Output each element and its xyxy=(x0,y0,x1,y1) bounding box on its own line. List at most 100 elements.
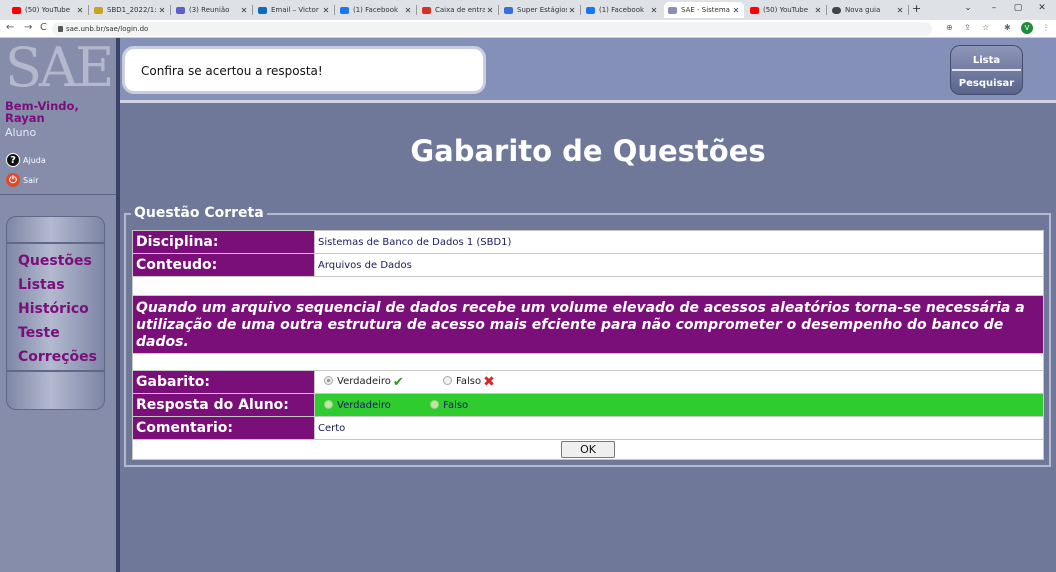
browser-tab[interactable]: (3) Reunião ✕ xyxy=(172,2,252,18)
forward-icon[interactable]: → xyxy=(24,22,32,33)
top-menu-divider xyxy=(952,69,1021,71)
tab-title: SBD1_2022/1: C xyxy=(107,6,157,14)
browser-tab[interactable]: Email – Victor R ✕ xyxy=(254,2,334,18)
gabarito-options: Verdadeiro ✔ Falso ✖ xyxy=(314,370,1044,394)
disciplina-label: Disciplina: xyxy=(132,230,315,254)
ok-button[interactable]: OK xyxy=(561,441,615,458)
sae-icon xyxy=(668,6,677,14)
profile-avatar[interactable]: V xyxy=(1021,22,1033,34)
sidebar-divider xyxy=(0,194,116,195)
table-row xyxy=(132,353,1044,371)
outlook-icon xyxy=(258,6,267,14)
help-label: Ajuda xyxy=(23,155,46,165)
conteudo-label: Conteudo: xyxy=(132,253,315,277)
close-window-icon[interactable]: ✕ xyxy=(1032,3,1052,13)
bookmark-star-icon[interactable]: ☆ xyxy=(982,23,989,32)
address-bar: ← → C sae.unb.br/sae/login.do ⊕ ⇪ ☆ ✱ ⋮ xyxy=(0,20,1056,38)
logout-link[interactable]: ⏻ Sair xyxy=(6,173,39,187)
close-icon[interactable]: ✕ xyxy=(157,6,167,15)
nav-item-listas[interactable]: Listas xyxy=(18,277,65,293)
tab-title: (1) Facebook xyxy=(599,6,645,14)
pesquisar-link[interactable]: Pesquisar xyxy=(950,78,1023,89)
menu-kebab-icon[interactable]: ⋮ xyxy=(1042,23,1050,32)
nav-item-teste[interactable]: Teste xyxy=(18,325,60,341)
table-row xyxy=(132,276,1044,296)
url-input[interactable]: sae.unb.br/sae/login.do xyxy=(52,22,932,36)
browser-tab[interactable]: (50) YouTube ✕ xyxy=(746,2,826,18)
close-icon[interactable]: ✕ xyxy=(895,6,905,15)
tab-title: (1) Facebook xyxy=(353,6,399,14)
lock-icon[interactable] xyxy=(58,26,63,32)
extensions-icon[interactable]: ✱ xyxy=(1004,23,1011,32)
chrome-icon xyxy=(832,6,841,14)
maximize-icon[interactable]: ▢ xyxy=(1008,3,1028,13)
tab-title: (3) Reunião xyxy=(189,6,230,14)
browser-tab[interactable]: (1) Facebook ✕ xyxy=(582,2,662,18)
minimize-icon[interactable]: – xyxy=(984,3,1004,13)
tab-title: Email – Victor R xyxy=(271,6,321,14)
status-message: Confira se acertou a resposta! xyxy=(122,46,486,94)
ok-cell: OK xyxy=(132,439,1044,460)
super-estagios-icon xyxy=(504,6,513,14)
sae-logo: SAE xyxy=(5,36,114,99)
tab-title: (50) YouTube xyxy=(763,6,809,14)
close-icon[interactable]: ✕ xyxy=(813,6,823,15)
close-icon[interactable]: ✕ xyxy=(403,6,413,15)
checkmark-icon: ✔ xyxy=(392,375,404,390)
resposta-true-radio xyxy=(324,399,333,409)
share-icon[interactable]: ⇪ xyxy=(964,23,971,32)
browser-tab[interactable]: Nova guia ✕ xyxy=(828,2,908,18)
nav-item-historico[interactable]: Histórico xyxy=(18,301,89,317)
close-icon[interactable]: ✕ xyxy=(75,6,85,15)
conteudo-value: Arquivos de Dados xyxy=(314,253,1044,277)
close-icon[interactable]: ✕ xyxy=(731,6,741,15)
table-row: Disciplina: Sistemas de Banco de Dados 1… xyxy=(132,230,1044,254)
moodle-icon xyxy=(94,6,103,14)
sidebar: SAE Bem-Vindo, Rayan Aluno ? Ajuda ⏻ Sai… xyxy=(0,38,116,572)
nav-panel-divider xyxy=(6,370,105,372)
close-icon[interactable]: ✕ xyxy=(239,6,249,15)
gabarito-true-radio xyxy=(324,376,333,385)
lista-link[interactable]: Lista xyxy=(950,55,1023,66)
table-row: Conteudo: Arquivos de Dados xyxy=(132,253,1044,277)
tab-title: Nova guia xyxy=(845,6,881,14)
tab-search-icon[interactable]: ⌄ xyxy=(958,3,978,13)
resposta-label: Resposta do Aluno: xyxy=(132,393,315,417)
page-title: Gabarito de Questões xyxy=(410,134,766,168)
table-row: Comentario: Certo xyxy=(132,416,1044,440)
browser-tab-active[interactable]: SAE - Sistema d✕ xyxy=(664,2,744,18)
nav-item-correcoes[interactable]: Correções xyxy=(18,349,97,365)
browser-tab[interactable]: SBD1_2022/1: C✕ xyxy=(90,2,170,18)
teams-icon xyxy=(176,6,185,14)
facebook-icon xyxy=(586,6,595,14)
table-row: Quando um arquivo sequencial de dados re… xyxy=(132,295,1044,354)
disciplina-value: Sistemas de Banco de Dados 1 (SBD1) xyxy=(314,230,1044,254)
browser-tab[interactable]: (50) YouTube ✕ xyxy=(8,2,88,18)
spacer-row xyxy=(132,353,1044,371)
fieldset-legend: Questão Correta xyxy=(131,205,267,221)
new-tab-icon[interactable]: + xyxy=(912,2,921,15)
help-icon: ? xyxy=(6,153,20,167)
gabarito-false-radio xyxy=(443,376,453,385)
zoom-icon[interactable]: ⊕ xyxy=(946,23,953,32)
close-icon[interactable]: ✕ xyxy=(321,6,331,15)
reload-icon[interactable]: C xyxy=(40,22,47,33)
question-table: Disciplina: Sistemas de Banco de Dados 1… xyxy=(132,230,1044,460)
close-icon[interactable]: ✕ xyxy=(485,6,495,15)
gmail-icon xyxy=(422,6,431,14)
header-divider xyxy=(120,100,1056,103)
resposta-false-radio xyxy=(430,399,440,409)
welcome-text: Bem-Vindo, Rayan xyxy=(5,100,79,124)
close-icon[interactable]: ✕ xyxy=(649,6,659,15)
browser-tab[interactable]: Caixa de entrad✕ xyxy=(418,2,498,18)
browser-tab[interactable]: Super Estágios ✕ xyxy=(500,2,580,18)
resposta-true-label: Verdadeiro xyxy=(337,399,391,411)
nav-item-questoes[interactable]: Questões xyxy=(18,253,92,269)
help-link[interactable]: ? Ajuda xyxy=(6,153,46,167)
back-icon[interactable]: ← xyxy=(6,22,14,33)
close-icon[interactable]: ✕ xyxy=(567,6,577,15)
youtube-icon xyxy=(12,6,21,14)
gabarito-true-label: Verdadeiro xyxy=(337,376,391,387)
browser-tab[interactable]: (1) Facebook ✕ xyxy=(336,2,416,18)
gabarito-false-label: Falso xyxy=(456,376,482,387)
